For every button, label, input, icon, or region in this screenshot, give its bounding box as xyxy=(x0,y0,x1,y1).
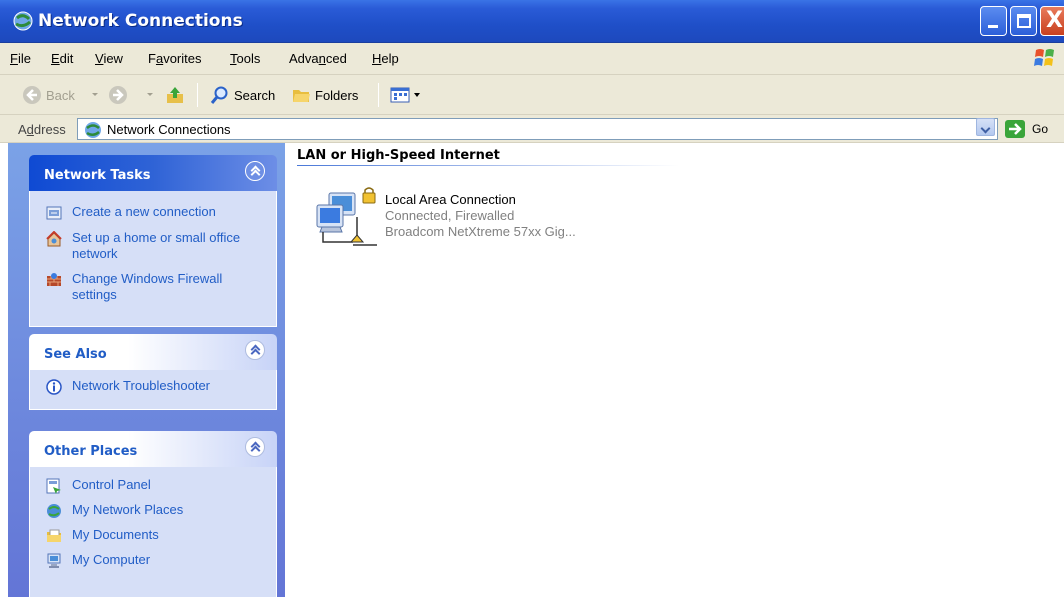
toolbar: Back Search Folders xyxy=(0,75,1064,115)
menu-edit[interactable]: Edit xyxy=(51,51,73,66)
menu-advanced[interactable]: Advanced xyxy=(289,51,347,66)
network-places-icon xyxy=(47,504,61,518)
menu-file[interactable]: File xyxy=(10,51,31,66)
folders-button[interactable]: Folders xyxy=(291,84,358,106)
maximize-icon xyxy=(1017,14,1031,28)
forward-button[interactable] xyxy=(108,84,132,106)
forward-dropdown-icon[interactable] xyxy=(147,93,153,96)
other-places-title: Other Places xyxy=(44,444,138,459)
network-tasks-title: Network Tasks xyxy=(44,168,151,183)
see-also-body: Network Troubleshooter xyxy=(29,370,277,410)
task-home-network[interactable]: Set up a home or small office network xyxy=(46,230,266,262)
control-panel-icon xyxy=(46,478,61,494)
maximize-button[interactable] xyxy=(1010,6,1037,36)
see-also-header[interactable]: See Also xyxy=(29,334,277,370)
back-arrow-icon xyxy=(23,86,41,104)
home-network-icon xyxy=(46,231,62,247)
window-left-border xyxy=(0,143,8,597)
close-icon: X xyxy=(1046,8,1063,33)
search-button[interactable]: Search xyxy=(210,84,275,106)
go-button[interactable]: Go xyxy=(1004,118,1048,140)
task-firewall-settings[interactable]: Change Windows Firewall settings xyxy=(46,271,266,303)
connection-device: Broadcom NetXtreme 57xx Gig... xyxy=(385,224,576,239)
go-arrow-icon xyxy=(1005,120,1025,138)
menu-tools[interactable]: Tools xyxy=(230,51,260,66)
folders-icon xyxy=(293,90,310,102)
close-button[interactable]: X xyxy=(1040,6,1064,36)
title-bar: Network Connections X xyxy=(0,0,1064,43)
group-divider xyxy=(297,165,679,166)
connection-item[interactable]: Local Area Connection Connected, Firewal… xyxy=(313,187,613,251)
address-bar: Address Network Connections Go xyxy=(0,115,1064,143)
network-tasks-body: Create a new connection Set up a home or… xyxy=(29,191,277,327)
connection-status: Connected, Firewalled xyxy=(385,208,515,223)
address-dropdown-button[interactable] xyxy=(976,118,995,136)
see-also-panel: See Also Network Troubleshooter xyxy=(29,334,277,410)
back-button[interactable]: Back xyxy=(22,84,75,106)
group-header: LAN or High-Speed Internet xyxy=(297,148,500,163)
address-label: Address xyxy=(18,122,66,137)
menu-view[interactable]: View xyxy=(95,51,123,66)
collapse-icon[interactable] xyxy=(245,437,265,457)
network-connections-icon xyxy=(85,122,101,138)
minimize-icon xyxy=(988,25,998,28)
firewall-icon xyxy=(47,273,61,286)
network-tasks-panel: Network Tasks Create a new connection Se… xyxy=(29,155,277,327)
task-pane: Network Tasks Create a new connection Se… xyxy=(8,143,285,597)
network-connections-icon xyxy=(13,11,33,31)
menu-favorites[interactable]: Favorites xyxy=(148,51,201,66)
views-dropdown-icon xyxy=(414,93,420,97)
menu-bar: File Edit View Favorites Tools Advanced … xyxy=(0,43,1064,75)
network-tasks-header[interactable]: Network Tasks xyxy=(29,155,277,191)
search-icon xyxy=(210,86,228,104)
new-connection-icon xyxy=(46,206,62,220)
views-icon xyxy=(390,87,410,103)
lan-connection-icon xyxy=(316,187,377,246)
info-icon xyxy=(46,379,62,395)
up-folder-icon xyxy=(167,87,183,103)
toolbar-separator xyxy=(378,83,379,107)
address-input[interactable]: Network Connections xyxy=(77,118,998,140)
up-folder-button[interactable] xyxy=(165,84,189,106)
collapse-icon[interactable] xyxy=(245,340,265,360)
collapse-icon[interactable] xyxy=(245,161,265,181)
address-value: Network Connections xyxy=(107,122,231,137)
see-also-title: See Also xyxy=(44,347,107,362)
my-documents-icon xyxy=(47,529,61,542)
minimize-button[interactable] xyxy=(980,6,1007,36)
toolbar-separator xyxy=(197,83,198,107)
other-places-header[interactable]: Other Places xyxy=(29,431,277,467)
my-computer-icon xyxy=(47,553,61,568)
connection-name: Local Area Connection xyxy=(385,192,516,207)
window-title: Network Connections xyxy=(38,11,243,31)
forward-arrow-icon xyxy=(109,86,127,104)
back-dropdown-icon[interactable] xyxy=(92,93,98,96)
windows-logo-icon xyxy=(1034,49,1054,66)
other-places-body: Control Panel My Network Places My Docum… xyxy=(29,467,277,597)
menu-help[interactable]: Help xyxy=(372,51,399,66)
views-button[interactable] xyxy=(390,84,420,106)
other-places-panel: Other Places Control Panel My Network Pl… xyxy=(29,431,277,597)
